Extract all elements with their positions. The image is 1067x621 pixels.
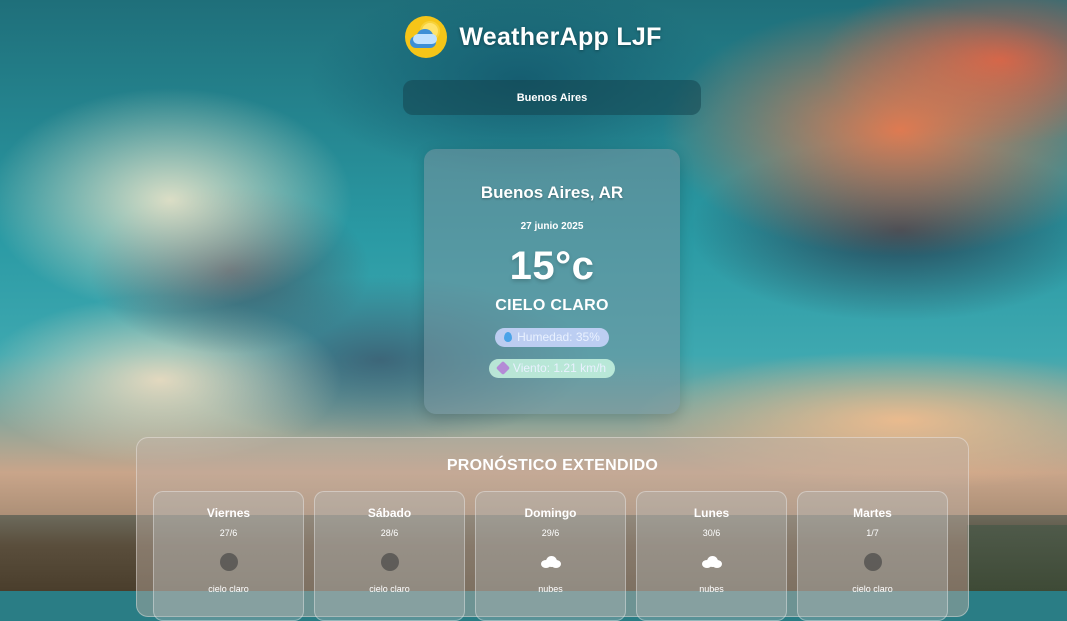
day-name: Sábado	[367, 506, 412, 520]
forecast-days: Viernes 27/6 cielo claro Sábado 28/6 cie…	[153, 491, 948, 621]
day-name: Domingo	[524, 506, 577, 520]
wind-icon	[495, 360, 510, 376]
day-date: 29/6	[541, 528, 560, 538]
forecast-day-card: Domingo 29/6 nubes	[475, 491, 626, 621]
ground-landscape-right	[967, 525, 1067, 591]
current-weather-card: Buenos Aires, AR 27 junio 2025 15°c CIEL…	[424, 149, 680, 414]
day-name: Viernes	[206, 506, 251, 520]
day-date: 28/6	[380, 528, 399, 538]
day-name: Lunes	[693, 506, 730, 520]
current-date: 27 junio 2025	[520, 221, 584, 232]
sun-cloud-icon	[405, 16, 448, 58]
weather-condition: CIELO CLARO	[495, 297, 609, 314]
wind-badge: Viento: 1.21 km/h	[488, 359, 616, 378]
cloud-icon	[701, 552, 722, 572]
forecast-day-card: Martes 1/7 cielo claro	[797, 491, 948, 621]
app-title: WeatherApp LJF	[459, 22, 662, 51]
day-date: 1/7	[866, 528, 879, 538]
forecast-title: PRONÓSTICO EXTENDIDO	[446, 457, 659, 474]
cloud-icon	[540, 552, 561, 572]
day-description: cielo claro	[208, 584, 249, 594]
forecast-day-card: Lunes 30/6 nubes	[636, 491, 787, 621]
forecast-day-card: Sábado 28/6 cielo claro	[314, 491, 465, 621]
water-drop-icon	[504, 332, 513, 342]
app-header: WeatherApp LJF	[0, 15, 1067, 59]
current-temperature: 15°c	[509, 244, 595, 288]
day-description: cielo claro	[852, 584, 893, 594]
day-date: 30/6	[702, 528, 721, 538]
city-search-input[interactable]	[403, 80, 701, 115]
humidity-text: Humedad: 35%	[517, 330, 600, 344]
wind-text: Viento: 1.21 km/h	[512, 361, 607, 375]
forecast-day-card: Viernes 27/6 cielo claro	[153, 491, 304, 621]
city-name: Buenos Aires, AR	[480, 183, 624, 202]
humidity-badge: Humedad: 35%	[495, 328, 609, 347]
day-description: cielo claro	[369, 584, 410, 594]
clear-icon	[219, 552, 239, 572]
day-date: 27/6	[219, 528, 238, 538]
extended-forecast-panel: PRONÓSTICO EXTENDIDO Viernes 27/6 cielo …	[136, 437, 969, 621]
clear-icon	[863, 552, 883, 572]
day-name: Martes	[853, 506, 892, 520]
day-description: nubes	[699, 584, 724, 594]
day-description: nubes	[538, 584, 563, 594]
clear-icon	[380, 552, 400, 572]
